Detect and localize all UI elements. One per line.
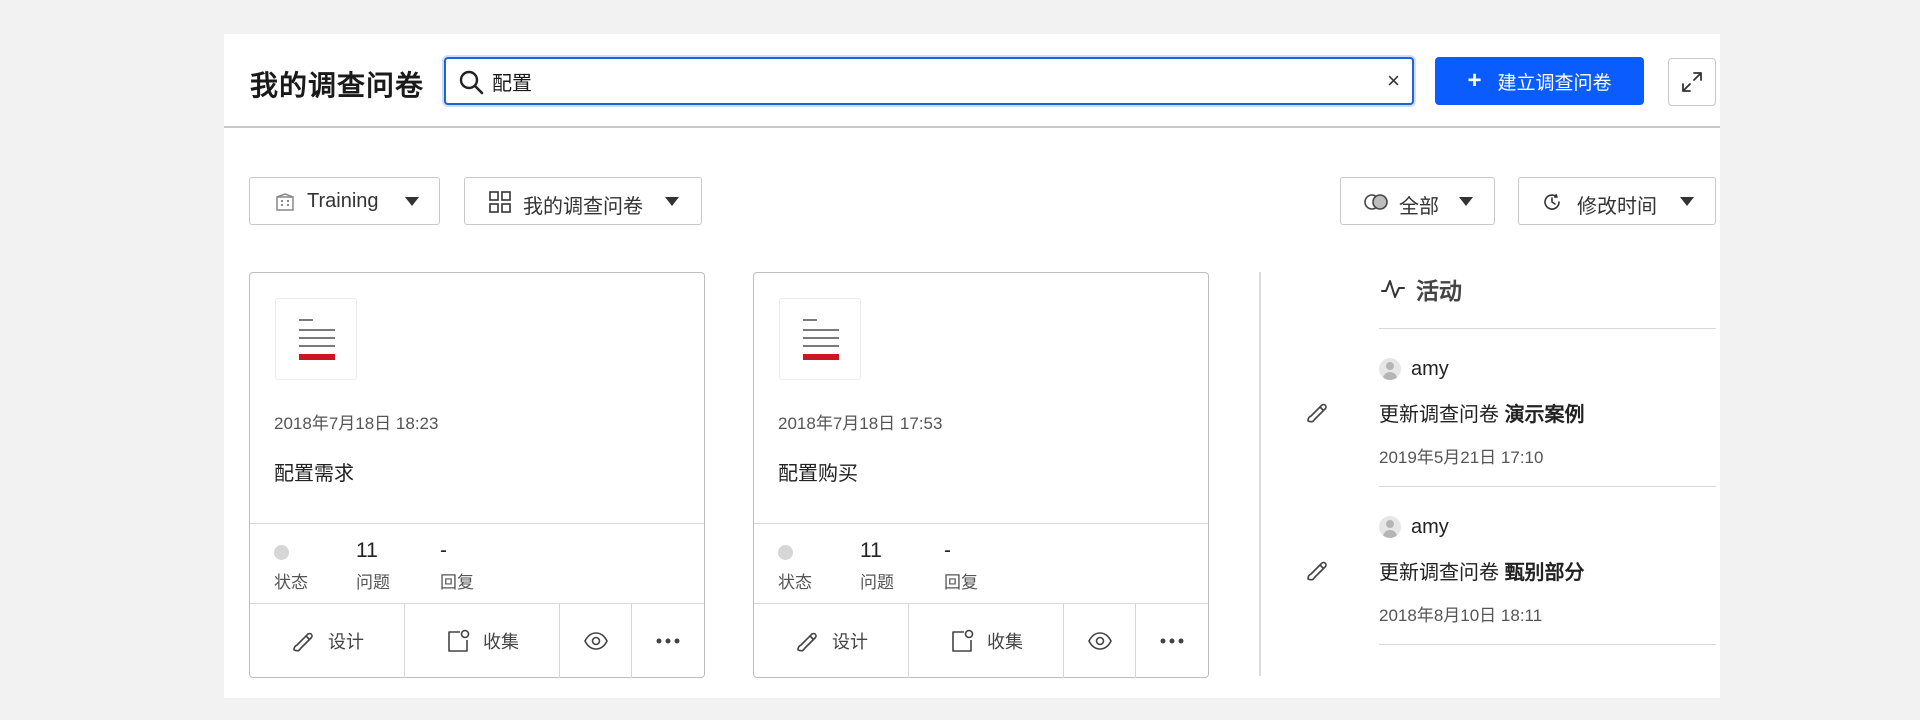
status-label: 状态 — [274, 573, 308, 592]
eye-icon — [583, 632, 608, 650]
toggle-circles-icon — [1364, 194, 1388, 210]
more-icon — [656, 638, 680, 644]
questions-count: 11 — [860, 539, 882, 562]
chevron-down-icon — [665, 197, 679, 206]
avatar — [1379, 358, 1401, 380]
activity-action-verb: 更新调查问卷 — [1379, 404, 1499, 426]
divider — [1379, 644, 1716, 645]
activity-entry: amy 更新调查问卷 演示案例 2019年5月21日 17:10 — [1379, 356, 1716, 468]
collect-button[interactable]: 收集 — [909, 604, 1064, 678]
survey-doc-icon — [275, 298, 357, 380]
search-icon — [458, 69, 484, 100]
activity-user-name: amy — [1411, 357, 1449, 380]
activity-time: 2018年8月10日 18:11 — [1379, 606, 1543, 625]
workspace-filter-label: Training — [307, 190, 379, 212]
replies-count: - — [944, 539, 951, 562]
survey-date: 2018年7月18日 17:53 — [778, 414, 943, 433]
collect-icon — [448, 629, 470, 652]
avatar — [1379, 516, 1401, 538]
sort-filter[interactable]: 修改时间 — [1518, 177, 1716, 225]
header-bar: 我的调查问卷 × + 建立调查问卷 — [224, 34, 1720, 128]
collect-button[interactable]: 收集 — [405, 604, 560, 678]
create-survey-label: 建立调查问卷 — [1497, 72, 1612, 94]
grid-icon — [489, 191, 511, 213]
status-dot-icon — [778, 545, 793, 560]
more-button[interactable] — [1136, 604, 1208, 678]
status-filter-label: 全部 — [1399, 196, 1439, 218]
create-survey-button[interactable]: + 建立调查问卷 — [1435, 57, 1644, 105]
chevron-down-icon — [405, 197, 419, 206]
search-box[interactable]: × — [444, 57, 1414, 105]
pen-icon — [293, 632, 313, 652]
main-panel: 我的调查问卷 × + 建立调查问卷 Training 我的调查问卷 全部 — [224, 34, 1720, 698]
scope-filter-label: 我的调查问卷 — [523, 196, 643, 218]
survey-date: 2018年7月18日 18:23 — [274, 414, 439, 433]
activity-heading: 活动 — [1380, 272, 1462, 306]
design-label: 设计 — [832, 632, 868, 652]
divider — [1379, 486, 1716, 487]
activity-user: amy — [1379, 356, 1716, 382]
preview-button[interactable] — [1064, 604, 1136, 678]
collect-label: 收集 — [987, 632, 1023, 652]
search-input[interactable] — [492, 67, 1352, 95]
eye-icon — [1087, 632, 1112, 650]
activity-action: 更新调查问卷 甄别部分 — [1379, 556, 1716, 585]
activity-target[interactable]: 演示案例 — [1505, 404, 1585, 426]
more-icon — [1160, 638, 1184, 644]
activity-action: 更新调查问卷 演示案例 — [1379, 398, 1716, 427]
survey-card[interactable]: 2018年7月18日 18:23 配置需求 状态 11 问题 - 回复 设计 收… — [249, 272, 705, 678]
collect-label: 收集 — [483, 632, 519, 652]
activity-user-name: amy — [1411, 515, 1449, 538]
status-dot-icon — [274, 545, 289, 560]
plus-icon: + — [1467, 67, 1482, 94]
clear-icon[interactable]: × — [1387, 70, 1400, 92]
activity-user: amy — [1379, 514, 1716, 540]
activity-target[interactable]: 甄别部分 — [1505, 562, 1585, 584]
activity-entry: amy 更新调查问卷 甄别部分 2018年8月10日 18:11 — [1379, 514, 1716, 626]
activity-title: 活动 — [1416, 278, 1462, 304]
preview-button[interactable] — [560, 604, 632, 678]
questions-label: 问题 — [860, 573, 894, 592]
divider — [1379, 328, 1716, 329]
activity-pulse-icon — [1381, 280, 1405, 298]
building-icon — [276, 193, 294, 211]
divider — [250, 523, 704, 524]
questions-count: 11 — [356, 539, 378, 562]
activity-action-verb: 更新调查问卷 — [1379, 562, 1499, 584]
scope-filter[interactable]: 我的调查问卷 — [464, 177, 702, 225]
survey-card[interactable]: 2018年7月18日 17:53 配置购买 状态 11 问题 - 回复 设计 收… — [753, 272, 1209, 678]
chevron-down-icon — [1459, 197, 1473, 206]
survey-name[interactable]: 配置购买 — [778, 457, 858, 486]
clock-icon — [1544, 193, 1560, 210]
survey-doc-icon — [779, 298, 861, 380]
card-actions: 设计 收集 — [250, 604, 704, 678]
design-button[interactable]: 设计 — [754, 604, 909, 678]
replies-label: 回复 — [944, 573, 978, 592]
status-label: 状态 — [778, 573, 812, 592]
activity-time: 2019年5月21日 17:10 — [1379, 448, 1544, 467]
sidebar-divider — [1259, 272, 1261, 676]
design-button[interactable]: 设计 — [250, 604, 405, 678]
card-actions: 设计 收集 — [754, 604, 1208, 678]
pen-icon — [797, 632, 817, 652]
edit-pen-icon — [1307, 403, 1327, 423]
status-filter[interactable]: 全部 — [1340, 177, 1495, 225]
collect-icon — [952, 629, 974, 652]
replies-count: - — [440, 539, 447, 562]
sort-filter-label: 修改时间 — [1577, 196, 1657, 218]
page-title: 我的调查问卷 — [250, 70, 425, 101]
more-button[interactable] — [632, 604, 704, 678]
edit-pen-icon — [1307, 561, 1327, 581]
divider — [754, 523, 1208, 524]
workspace-filter[interactable]: Training — [249, 177, 440, 225]
replies-label: 回复 — [440, 573, 474, 592]
questions-label: 问题 — [356, 573, 390, 592]
design-label: 设计 — [328, 632, 364, 652]
chevron-down-icon — [1680, 197, 1694, 206]
expand-icon — [1682, 72, 1702, 92]
expand-button[interactable] — [1668, 58, 1716, 106]
survey-name[interactable]: 配置需求 — [274, 457, 354, 486]
